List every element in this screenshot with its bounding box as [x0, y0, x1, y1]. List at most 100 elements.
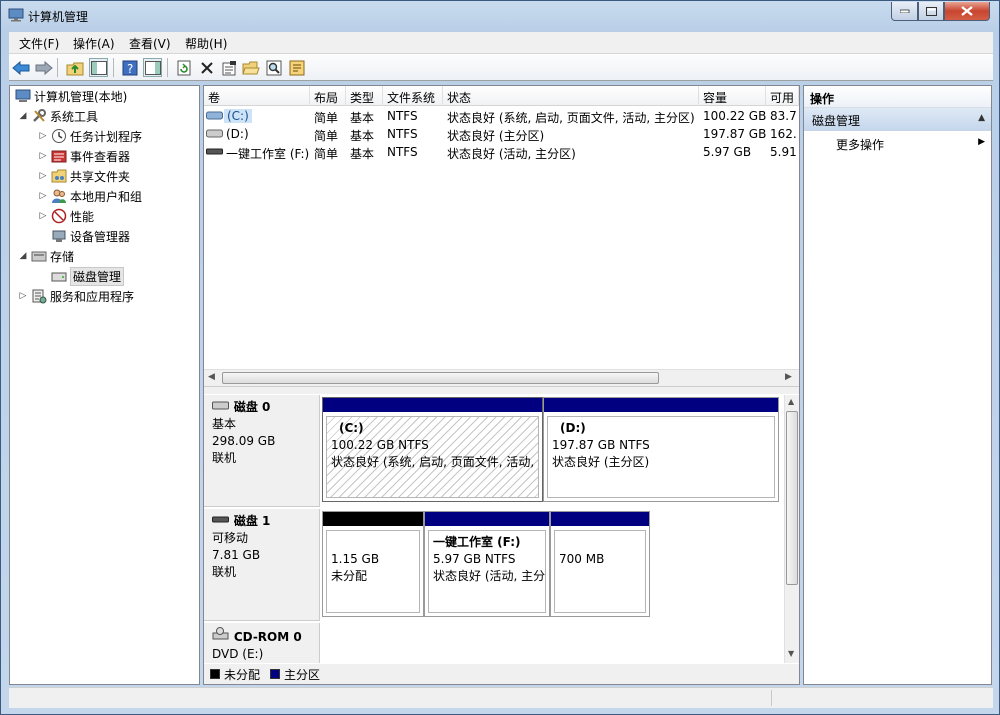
horizontal-scrollbar[interactable]: ◀ ▶: [204, 369, 799, 386]
collapsed-icon[interactable]: ▷: [38, 151, 48, 161]
computer-management-icon: [15, 88, 31, 104]
partition-body: 一键工作室 (F:) 5.97 GB NTFS 状态良好 (活动, 主分区): [428, 530, 546, 613]
partition-c[interactable]: (C:) 100.22 GB NTFS 状态良好 (系统, 启动, 页面文件, …: [322, 397, 543, 502]
tree-item-task-scheduler[interactable]: ▷ 任务计划程序: [38, 126, 142, 146]
expanded-icon[interactable]: ◢: [18, 251, 28, 261]
help-icon[interactable]: ?: [120, 58, 139, 77]
column-header-type[interactable]: 类型: [346, 86, 383, 106]
maximize-icon: [925, 6, 937, 16]
actions-header: 操作: [804, 86, 991, 108]
volume-row[interactable]: (D:) 简单 基本 NTFS 状态良好 (主分区) 197.87 GB 162…: [204, 125, 799, 143]
tree-item-performance[interactable]: ▷ 性能: [38, 206, 94, 226]
tree-item-local-users-groups[interactable]: ▷ 本地用户和组: [38, 186, 142, 206]
up-icon[interactable]: [65, 58, 84, 77]
maximize-button[interactable]: [918, 2, 944, 21]
collapsed-icon[interactable]: ▷: [38, 171, 48, 181]
partition-bar: [323, 398, 542, 412]
volume-row[interactable]: (C:) 简单 基本 NTFS 状态良好 (系统, 启动, 页面文件, 活动, …: [204, 107, 799, 125]
partition-size: 5.97 GB NTFS: [433, 552, 516, 566]
collapsed-icon[interactable]: ▷: [38, 131, 48, 141]
legend-swatch-unallocated: [210, 669, 220, 679]
volume-free: 83.7: [770, 109, 797, 123]
volume-type: 基本: [350, 129, 375, 143]
collapse-icon[interactable]: ▲: [978, 113, 985, 123]
partition-title: 一键工作室 (F:): [433, 535, 521, 549]
refresh-icon[interactable]: [174, 58, 193, 77]
partition-d[interactable]: (D:) 197.87 GB NTFS 状态良好 (主分区): [543, 397, 779, 502]
show-hide-action-icon[interactable]: [143, 58, 162, 77]
pane-splitter[interactable]: [204, 386, 799, 394]
services-icon: [31, 288, 47, 304]
column-header-capacity[interactable]: 容量: [699, 86, 766, 106]
tree-item-event-viewer[interactable]: ▷ 事件查看器: [38, 146, 130, 166]
volume-type: 基本: [350, 111, 375, 125]
minimize-button[interactable]: [891, 2, 918, 21]
column-header-free[interactable]: 可用: [766, 86, 799, 106]
volume-free: 162.: [770, 127, 797, 141]
scroll-left-icon[interactable]: ◀: [208, 372, 215, 382]
cdrom-0-label[interactable]: CD-ROM 0 DVD (E:): [204, 623, 320, 663]
show-hide-tree-icon[interactable]: [89, 58, 108, 77]
menu-help[interactable]: 帮助(H): [185, 35, 227, 52]
tree-item-label: 事件查看器: [70, 149, 131, 164]
tree-item-label: 系统工具: [50, 109, 99, 124]
column-header-filesystem[interactable]: 文件系统: [383, 86, 443, 106]
actions-section-disk-management[interactable]: 磁盘管理 ▲: [804, 108, 991, 131]
collapsed-icon[interactable]: ▷: [38, 191, 48, 201]
title-bar[interactable]: 计算机管理: [1, 1, 999, 31]
menu-file[interactable]: 文件(F): [19, 35, 59, 52]
collapsed-icon[interactable]: ▷: [38, 211, 48, 221]
partition-bar: [544, 398, 778, 412]
tree-root[interactable]: 计算机管理(本地): [12, 86, 127, 106]
column-header-volume[interactable]: 卷: [204, 86, 310, 106]
column-header-status[interactable]: 状态: [443, 86, 699, 106]
back-icon[interactable]: [11, 58, 30, 77]
scroll-right-icon[interactable]: ▶: [785, 372, 792, 382]
tree-item-services-apps[interactable]: ▷ 服务和应用程序: [18, 286, 134, 306]
scroll-thumb[interactable]: [786, 411, 798, 585]
partition-body: (D:) 197.87 GB NTFS 状态良好 (主分区): [547, 416, 775, 498]
menu-view[interactable]: 查看(V): [129, 35, 171, 52]
open-icon[interactable]: [241, 58, 260, 77]
partition-unallocated[interactable]: 1.15 GB 未分配: [322, 511, 424, 617]
disk-1-label[interactable]: 磁盘 1 可移动 7.81 GB 联机: [204, 509, 320, 621]
partition-size: 100.22 GB NTFS: [331, 438, 429, 452]
removable-disk-icon: [212, 516, 229, 523]
more-actions[interactable]: 更多操作 ▶: [804, 133, 991, 153]
scroll-thumb[interactable]: [222, 372, 659, 384]
volume-drive-icon: [206, 128, 224, 142]
expanded-icon[interactable]: ◢: [18, 111, 28, 121]
cdrom-icon: [212, 627, 229, 640]
disk-status: 联机: [212, 451, 237, 465]
close-button[interactable]: [944, 2, 990, 21]
tree-item-disk-management[interactable]: 磁盘管理: [48, 266, 125, 286]
volume-name: (C:): [224, 109, 252, 123]
tree-item-storage[interactable]: ◢ 存储: [18, 246, 74, 266]
disk-0-label[interactable]: 磁盘 0 基本 298.09 GB 联机: [204, 395, 320, 507]
export-icon[interactable]: [287, 58, 306, 77]
status-bar: [9, 687, 993, 708]
delete-icon[interactable]: [197, 58, 216, 77]
properties-icon[interactable]: [219, 58, 238, 77]
volume-filesystem: NTFS: [387, 127, 418, 141]
vertical-scrollbar[interactable]: ▲ ▼: [784, 395, 799, 663]
disk-type: 基本: [212, 417, 237, 431]
volume-row[interactable]: 一键工作室 (F:) 简单 基本 NTFS 状态良好 (活动, 主分区) 5.9…: [204, 143, 799, 161]
tree-item-device-manager[interactable]: 设备管理器: [48, 226, 130, 246]
close-icon: [961, 6, 973, 16]
partition-status: 未分配: [331, 569, 368, 583]
partition-700mb[interactable]: 700 MB: [550, 511, 650, 617]
search-icon[interactable]: [264, 58, 283, 77]
navigation-tree: 计算机管理(本地) ◢ 系统工具 ▷ 任务计划程序 ▷ 事件查看器 ▷ 共享文件…: [9, 85, 200, 685]
column-header-layout[interactable]: 布局: [310, 86, 346, 106]
scroll-down-icon[interactable]: ▼: [788, 649, 794, 658]
menu-action[interactable]: 操作(A): [73, 35, 115, 52]
scroll-up-icon[interactable]: ▲: [788, 397, 794, 406]
volume-name: (D:): [226, 127, 249, 141]
forward-icon[interactable]: [34, 58, 53, 77]
collapsed-icon[interactable]: ▷: [18, 291, 28, 301]
partition-f[interactable]: 一键工作室 (F:) 5.97 GB NTFS 状态良好 (活动, 主分区): [424, 511, 550, 617]
tree-item-shared-folders[interactable]: ▷ 共享文件夹: [38, 166, 130, 186]
tree-item-system-tools[interactable]: ◢ 系统工具: [18, 106, 98, 126]
partition-legend: 未分配 主分区: [204, 664, 799, 684]
